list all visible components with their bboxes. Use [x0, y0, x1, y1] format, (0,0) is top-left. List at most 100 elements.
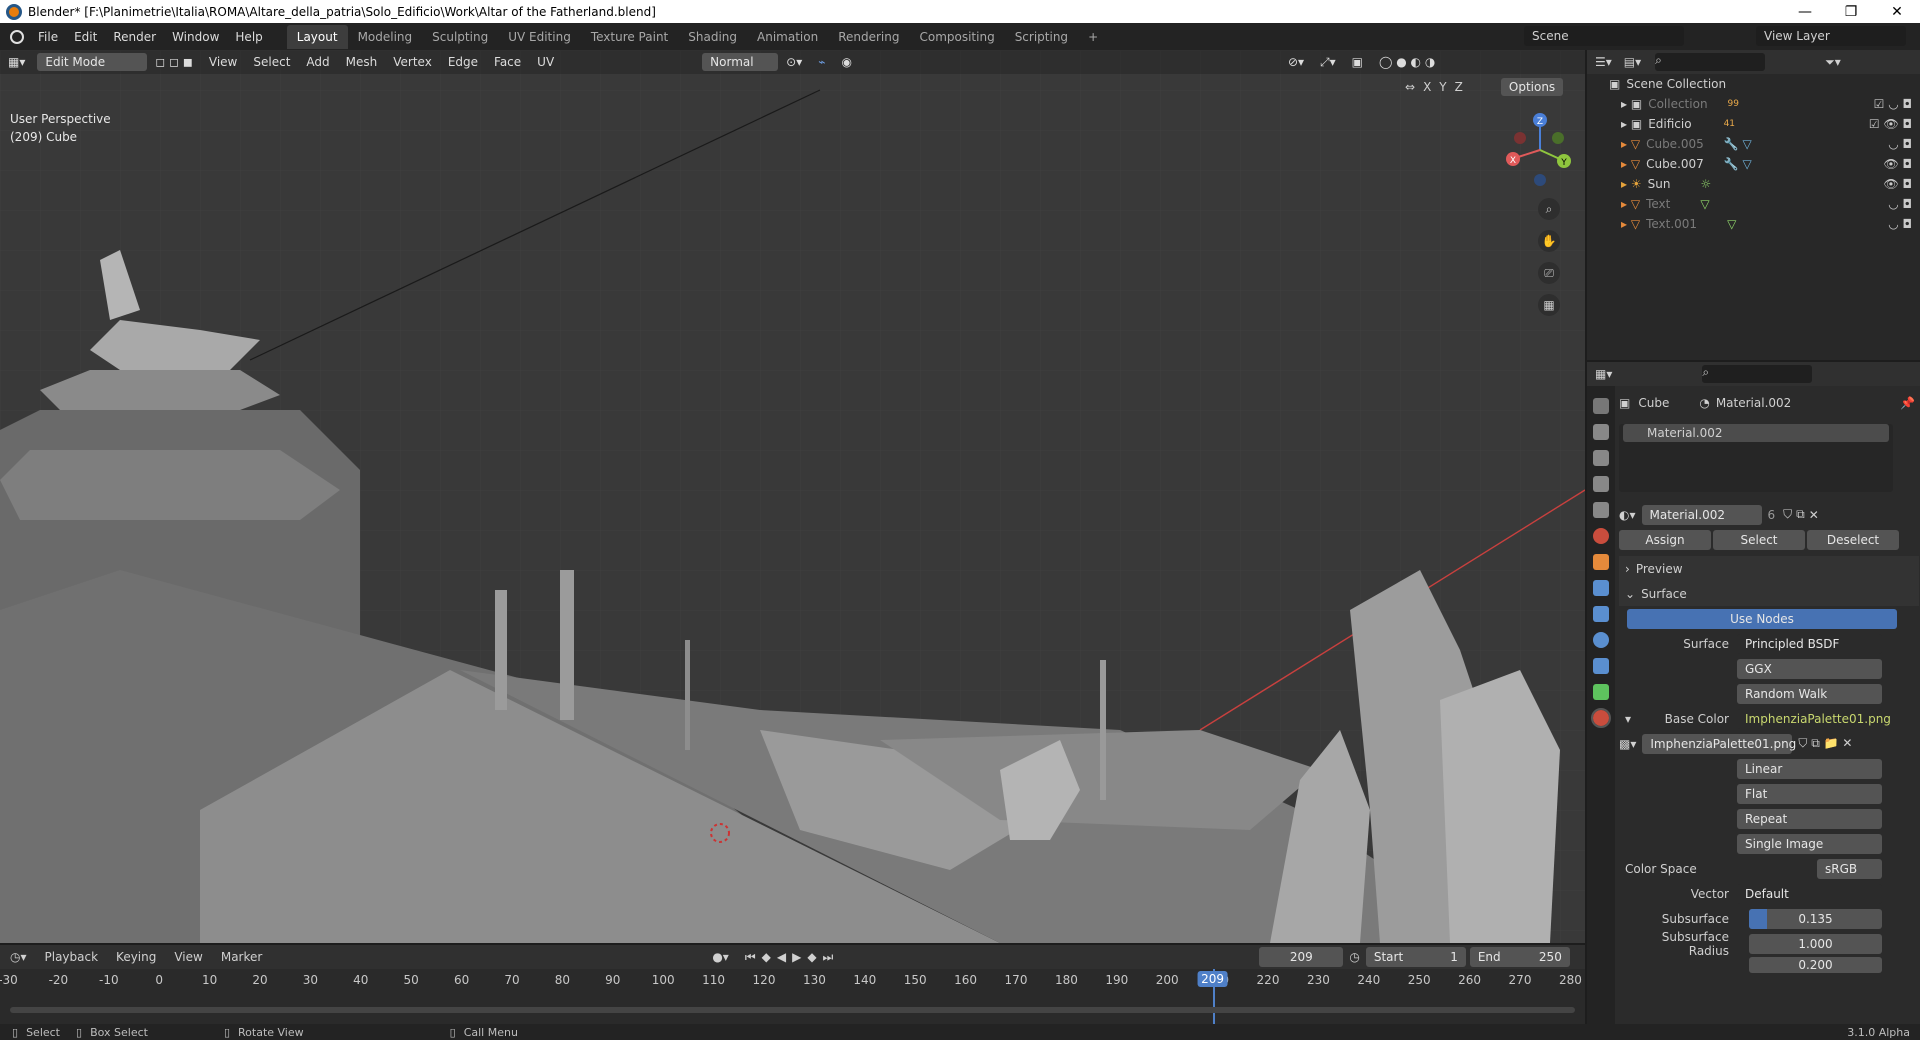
outliner-row-text[interactable]: ▸ ▽ Text ▽ ◡ ◘ — [1587, 194, 1920, 214]
image-name-field[interactable]: ImphenziaPalette01.png — [1642, 733, 1796, 754]
material-browse-icon[interactable]: ◐▾ — [1619, 508, 1636, 522]
timeline-type-icon[interactable]: ◷▾ — [10, 950, 27, 964]
source-dropdown[interactable]: Single Image — [1737, 833, 1882, 854]
tab-animation[interactable]: Animation — [747, 25, 828, 49]
view-layer-selector[interactable]: View Layer — [1756, 26, 1906, 46]
menu-edit[interactable]: Edit — [66, 30, 105, 44]
menu-mesh[interactable]: Mesh — [338, 55, 386, 69]
axis-z[interactable]: Z — [1455, 80, 1463, 94]
clock-icon[interactable]: ◷ — [1349, 950, 1359, 964]
world-tab-icon[interactable] — [1593, 528, 1609, 544]
tab-layout[interactable]: Layout — [286, 24, 348, 49]
visibility-toggles[interactable]: ◡ ◘ — [1888, 197, 1912, 211]
output-tab-icon[interactable] — [1593, 450, 1609, 466]
visibility-toggles[interactable]: ☑ 👁 ◘ — [1869, 117, 1912, 131]
view-layer-tab-icon[interactable] — [1593, 476, 1609, 492]
outliner-row-text001[interactable]: ▸ ▽ Text.001 ▽ ◡ ◘ — [1587, 214, 1920, 234]
visibility-toggles[interactable]: ◡ ◘ — [1888, 137, 1912, 151]
timeline-ruler[interactable]: -30 -20 -10 0 10 20 30 40 50 60 70 80 90 100 110 120 130… — [0, 969, 1585, 1024]
menu-select[interactable]: Select — [245, 55, 298, 69]
mode-dropdown[interactable]: Edit Mode — [37, 53, 148, 71]
menu-view[interactable]: View — [201, 55, 245, 69]
menu-timeline-view[interactable]: View — [174, 950, 202, 964]
menu-uv[interactable]: UV — [529, 55, 562, 69]
menu-playback[interactable]: Playback — [45, 950, 99, 964]
timeline-scrollbar[interactable] — [10, 1007, 1575, 1013]
visibility-toggles[interactable]: 👁 ◘ — [1883, 157, 1912, 171]
visibility-toggles[interactable]: 👁 ◘ — [1883, 177, 1912, 191]
close-icon[interactable]: ✕ — [1874, 0, 1920, 23]
render-tab-icon[interactable] — [1593, 424, 1609, 440]
subsurface-slider[interactable]: 0.135 — [1749, 908, 1882, 929]
navigation-gizmo[interactable]: Z Y X — [1500, 110, 1580, 190]
deselect-button[interactable]: Deselect — [1807, 529, 1899, 550]
object-tab-icon[interactable] — [1593, 554, 1609, 570]
select-mode-icons[interactable]: ◻ ◻ ◼ — [147, 55, 201, 69]
menu-window[interactable]: Window — [164, 30, 227, 44]
fake-user-icon[interactable]: ⛉ — [1783, 507, 1792, 522]
outliner-row-sun[interactable]: ▸ ☀ Sun ☼ 👁 ◘ — [1587, 174, 1920, 194]
base-color-field[interactable]: ImphenziaPalette01.png — [1737, 708, 1891, 729]
scene-selector[interactable]: Scene — [1524, 26, 1684, 46]
gizmo-toggle-icon[interactable]: ⤢▾ — [1312, 55, 1344, 70]
modifier-tab-icon[interactable] — [1593, 580, 1609, 596]
maximize-icon[interactable]: ❐ — [1828, 0, 1874, 23]
pan-hand-icon[interactable]: ✋ — [1538, 230, 1560, 252]
viewport-scene[interactable] — [0, 50, 1585, 943]
options-dropdown[interactable]: Options — [1500, 78, 1564, 96]
duplicate-material-icon[interactable]: ⧉ — [1796, 507, 1805, 522]
menu-help[interactable]: Help — [227, 30, 270, 44]
menu-marker[interactable]: Marker — [221, 950, 262, 964]
distribution-dropdown[interactable]: GGX — [1737, 658, 1882, 679]
current-frame-field[interactable]: 209 — [1259, 947, 1344, 967]
outliner-row-collection[interactable]: ▸ ▣ Collection 99 ☑ ◡ ◘ — [1587, 94, 1920, 114]
axis-y[interactable]: Y — [1439, 80, 1446, 94]
material-tab-icon[interactable] — [1591, 708, 1611, 728]
outliner-search-input[interactable]: ⌕ — [1655, 53, 1766, 71]
unlink-material-icon[interactable]: ✕ — [1809, 508, 1819, 522]
preview-panel-header[interactable]: › Preview — [1619, 556, 1919, 581]
mirror-icon[interactable]: ⇔ — [1405, 80, 1415, 94]
ortho-toggle-icon[interactable]: ▦ — [1538, 294, 1560, 316]
filter-icon[interactable]: ⏷▾ — [1825, 55, 1841, 70]
pivot-icon[interactable]: ⊙▾ — [778, 55, 810, 69]
tool-tab-icon[interactable] — [1593, 398, 1609, 414]
tab-modeling[interactable]: Modeling — [348, 25, 423, 49]
start-frame-field[interactable]: Start 1 — [1365, 947, 1466, 967]
properties-search-input[interactable]: ⌕ — [1702, 365, 1813, 383]
tab-shading[interactable]: Shading — [678, 25, 747, 49]
visibility-toggles[interactable]: ☑ ◡ ◘ — [1874, 97, 1912, 111]
tab-uv-editing[interactable]: UV Editing — [498, 25, 581, 49]
axis-x[interactable]: X — [1423, 80, 1431, 94]
pin-icon[interactable]: 📌 — [1900, 396, 1915, 410]
subsurface-radius-x[interactable]: 1.000 — [1749, 933, 1882, 954]
tab-scripting[interactable]: Scripting — [1005, 25, 1078, 49]
image-browse-icon[interactable]: ▩▾ — [1619, 737, 1636, 751]
orientation-dropdown[interactable]: Normal — [702, 53, 779, 71]
minimize-icon[interactable]: — — [1782, 0, 1828, 23]
menu-edge[interactable]: Edge — [440, 55, 486, 69]
3d-viewport[interactable]: ▦▾ Edit Mode ◻ ◻ ◼ View Select Add Mesh … — [0, 50, 1585, 943]
outliner-type-icon[interactable]: ☰▾ — [1595, 55, 1612, 69]
shading-modes-icon[interactable]: ◯ ● ◐ ◑ — [1371, 55, 1443, 69]
data-tab-icon[interactable] — [1593, 684, 1609, 700]
interpolation-dropdown[interactable]: Linear — [1737, 758, 1882, 779]
record-icon[interactable]: ●▾ — [712, 950, 729, 964]
particles-tab-icon[interactable] — [1593, 606, 1609, 622]
surface-panel-header[interactable]: ⌄ Surface — [1619, 581, 1919, 606]
camera-view-icon[interactable]: ⎚ — [1538, 262, 1560, 284]
tab-rendering[interactable]: Rendering — [828, 25, 909, 49]
snap-icon[interactable]: ⌁ — [810, 55, 833, 69]
select-button[interactable]: Select — [1713, 529, 1805, 550]
subsurface-method-dropdown[interactable]: Random Walk — [1737, 683, 1882, 704]
visibility-toggles[interactable]: ◡ ◘ — [1888, 217, 1912, 231]
xray-icon[interactable]: ▣ — [1344, 55, 1371, 69]
material-name-field[interactable]: Material.002 — [1641, 504, 1762, 525]
tab-compositing[interactable]: Compositing — [909, 25, 1004, 49]
menu-add[interactable]: Add — [298, 55, 337, 69]
tab-sculpting[interactable]: Sculpting — [422, 25, 498, 49]
menu-vertex[interactable]: Vertex — [385, 55, 440, 69]
menu-face[interactable]: Face — [486, 55, 529, 69]
blender-logo-icon[interactable] — [10, 29, 24, 44]
menu-keying[interactable]: Keying — [116, 950, 156, 964]
